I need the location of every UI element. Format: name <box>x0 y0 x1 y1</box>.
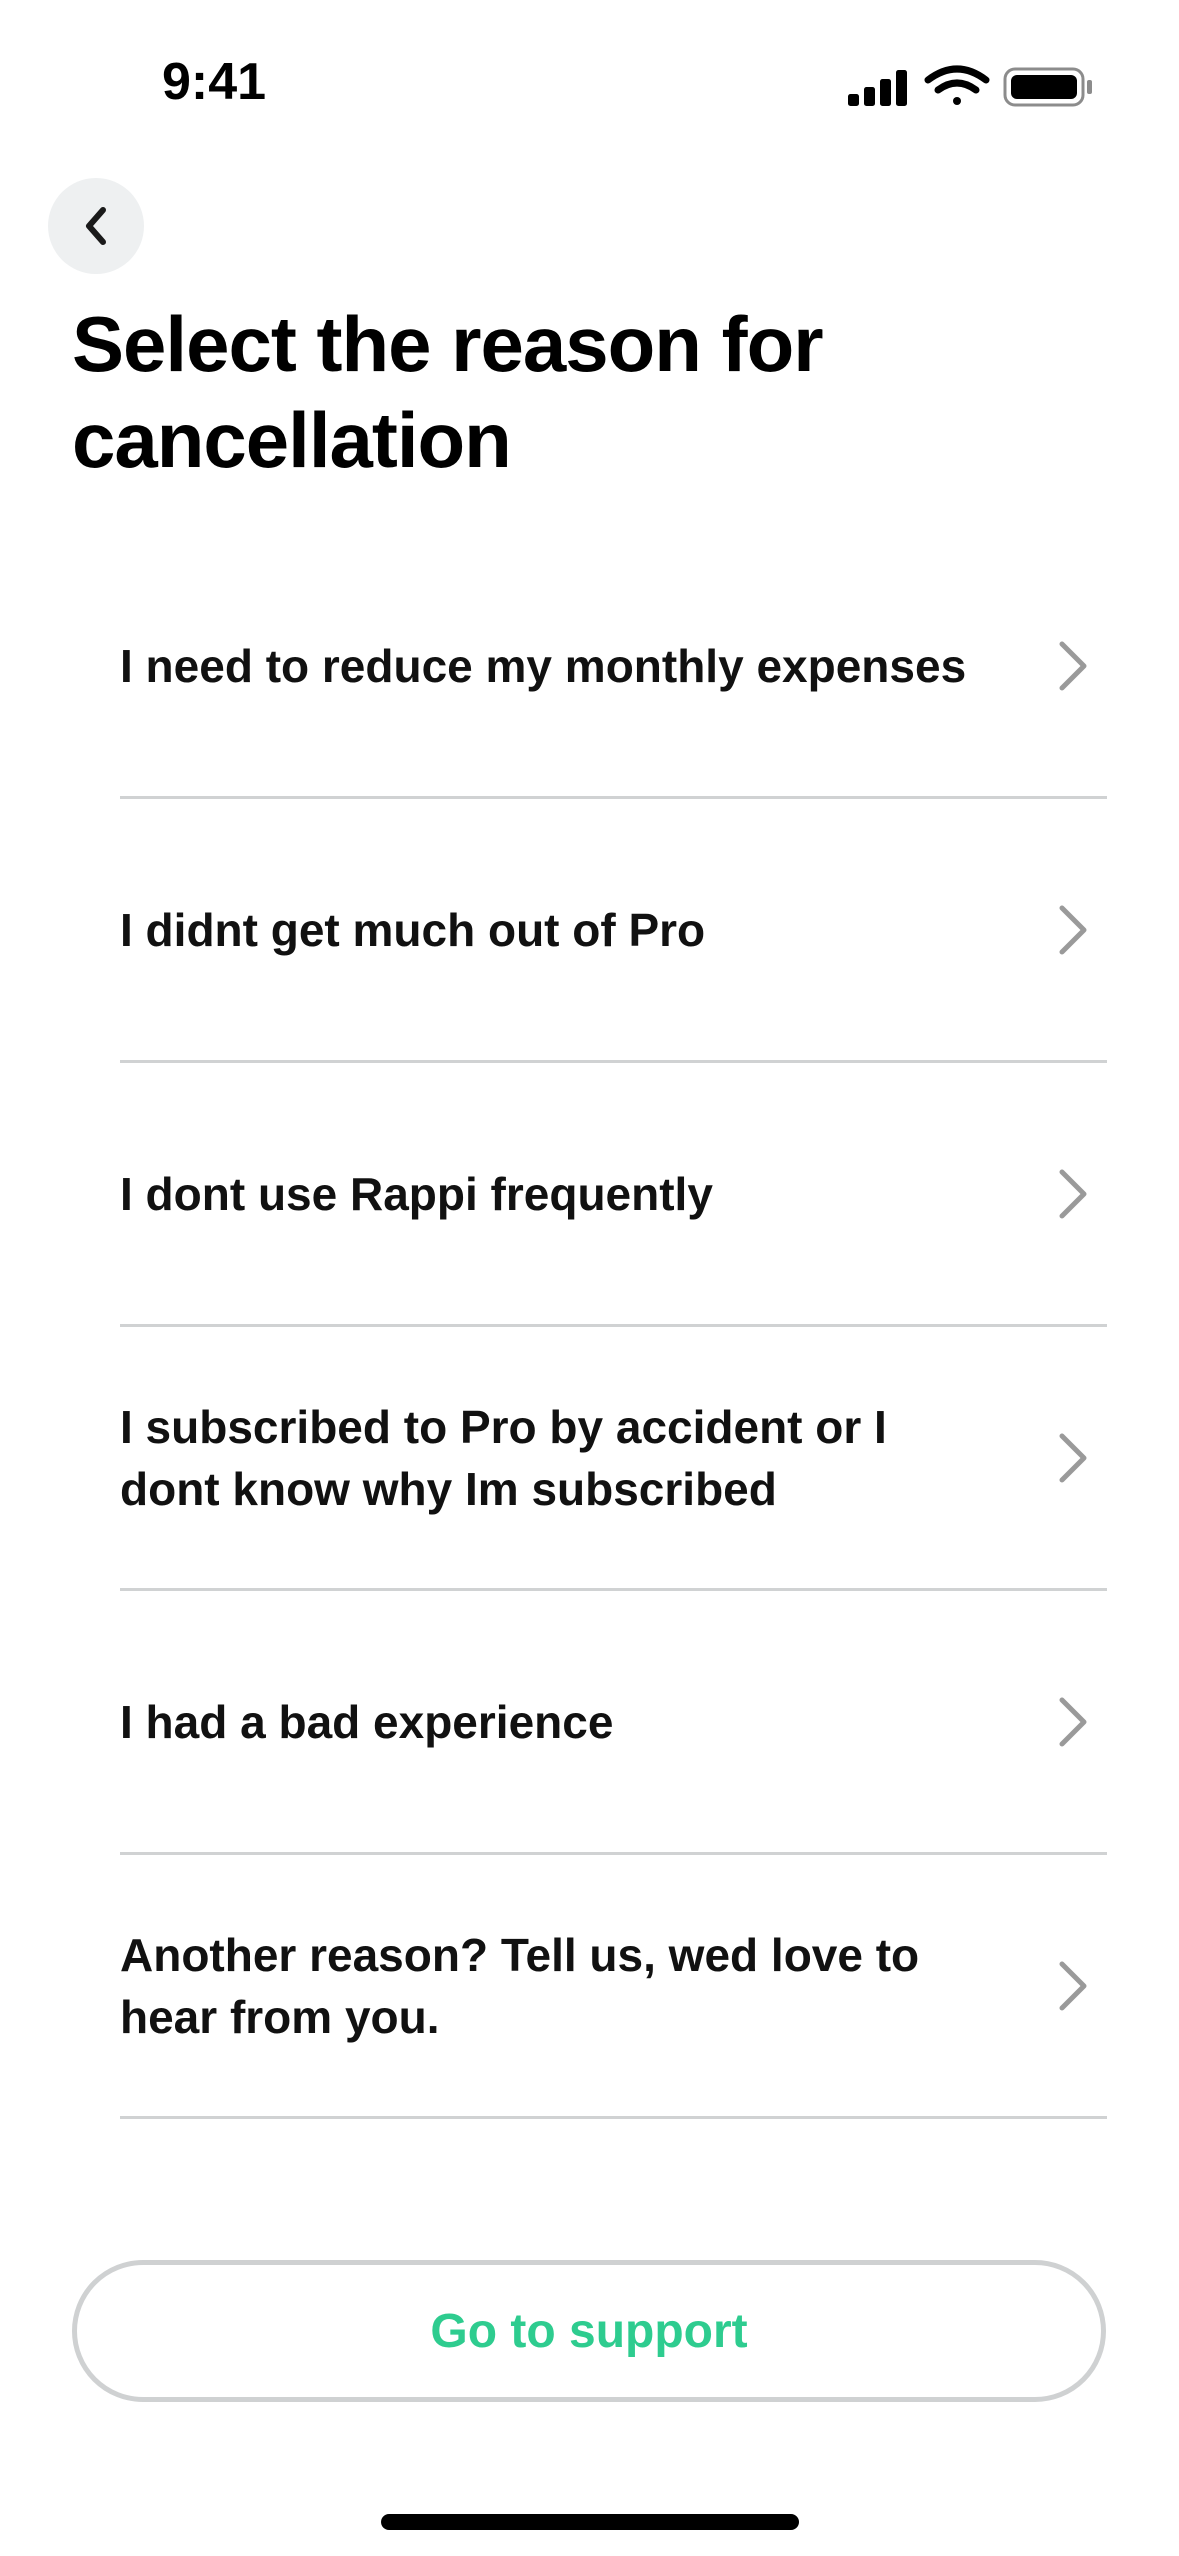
chevron-left-icon <box>86 207 106 245</box>
home-indicator[interactable] <box>381 2514 799 2530</box>
reason-label: I had a bad experience <box>120 1695 614 1748</box>
reason-label: I need to reduce my monthly expenses <box>120 639 967 692</box>
chevron-right-icon <box>1053 1692 1093 1752</box>
back-button[interactable] <box>48 178 144 274</box>
reason-item-another-reason[interactable]: Another reason? Tell us, wed love to hea… <box>120 1855 1107 2119</box>
reason-item-reduce-expenses[interactable]: I need to reduce my monthly expenses <box>120 535 1107 799</box>
wifi-icon <box>924 65 990 105</box>
reason-label: I subscribed to Pro by accident or I don… <box>120 1400 887 1515</box>
go-to-support-button[interactable]: Go to support <box>72 2260 1106 2402</box>
page-title: Select the reason for cancellation <box>72 300 824 484</box>
reason-item-bad-experience[interactable]: I had a bad experience <box>120 1591 1107 1855</box>
chevron-right-icon <box>1053 1956 1093 2016</box>
reason-item-subscribed-by-accident[interactable]: I subscribed to Pro by accident or I don… <box>120 1327 1107 1591</box>
reason-item-infrequent-use[interactable]: I dont use Rappi frequently <box>120 1063 1107 1327</box>
chevron-right-icon <box>1053 900 1093 960</box>
reason-label: I didnt get much out of Pro <box>120 903 706 956</box>
status-icons <box>848 65 1092 107</box>
cellular-signal-icon <box>848 70 907 106</box>
status-time: 9:41 <box>162 53 267 111</box>
battery-icon <box>1003 67 1092 107</box>
reason-list: I need to reduce my monthly expenses I d… <box>120 535 1107 2119</box>
reason-item-not-enough-value[interactable]: I didnt get much out of Pro <box>120 799 1107 1063</box>
chevron-right-icon <box>1053 1428 1093 1488</box>
reason-label: I dont use Rappi frequently <box>120 1167 713 1220</box>
reason-label: Another reason? Tell us, wed love to hea… <box>120 1928 920 2043</box>
status-bar: 9:41 <box>0 0 1179 170</box>
chevron-right-icon <box>1053 1164 1093 1224</box>
chevron-right-icon <box>1053 636 1093 696</box>
